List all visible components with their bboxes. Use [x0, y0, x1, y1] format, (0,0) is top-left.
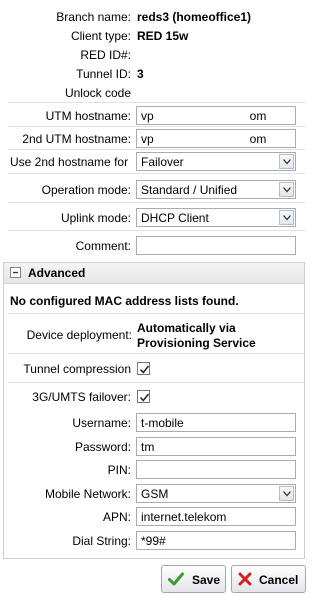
chevron-down-icon[interactable] [279, 210, 294, 225]
utm-hostname2-input[interactable]: vp om [136, 129, 296, 148]
tunnel-compression-label: Tunnel compression [23, 362, 131, 376]
client-type-value: RED 15w [137, 29, 189, 43]
divider [8, 382, 305, 383]
divider [8, 230, 305, 231]
divider [8, 202, 305, 203]
close-icon [238, 572, 252, 589]
divider [8, 126, 305, 127]
dial-string-label: Dial String: [72, 534, 131, 548]
save-button[interactable]: Save [161, 565, 226, 593]
mobile-network-label: Mobile Network: [44, 487, 131, 501]
advanced-header[interactable]: Advanced [4, 263, 304, 284]
cancel-button-label: Cancel [259, 573, 299, 587]
umts-failover-label: 3G/UMTS failover: [32, 390, 131, 404]
username-label: Username: [72, 416, 131, 430]
chevron-down-icon[interactable] [279, 154, 294, 169]
utm-hostname-input[interactable]: vp om [136, 106, 296, 125]
tunnel-compression-checkbox[interactable] [137, 362, 150, 375]
apn-label: APN: [102, 510, 131, 524]
collapse-icon[interactable] [10, 267, 21, 278]
pin-label: PIN: [107, 463, 131, 477]
use-2nd-hostname-select[interactable]: Failover [136, 152, 296, 171]
branch-name-value: reds3 (homeoffice1) [137, 10, 252, 24]
device-deployment-label: Device deployment: [26, 328, 132, 342]
comment-input[interactable] [136, 236, 296, 255]
uplink-mode-select[interactable]: DHCP Client [136, 208, 296, 227]
divider [8, 353, 305, 354]
apn-input[interactable]: internet.telekom [136, 507, 296, 526]
checkmark-icon [168, 572, 184, 589]
password-input[interactable]: tm [136, 437, 296, 456]
save-button-label: Save [192, 573, 221, 587]
device-deployment-value-line1: Automatically via [137, 321, 236, 335]
operation-mode-select[interactable]: Standard / Unified [136, 180, 296, 199]
cancel-button[interactable]: Cancel [231, 565, 306, 593]
uplink-mode-value: DHCP Client [141, 211, 209, 225]
umts-failover-checkbox[interactable] [137, 390, 150, 403]
unlock-code-label: Unlock code [64, 86, 131, 100]
chevron-down-icon[interactable] [279, 182, 294, 197]
divider [8, 149, 305, 150]
dial-string-input[interactable]: *99# [136, 531, 296, 550]
operation-mode-value: Standard / Unified [141, 183, 238, 197]
username-input[interactable]: t-mobile [136, 413, 296, 432]
password-label: Password: [74, 440, 131, 454]
utm-hostname-label: UTM hostname: [45, 109, 131, 123]
mac-note: No configured MAC address lists found. [10, 294, 239, 308]
client-type-label: Client type: [70, 29, 131, 43]
divider [8, 313, 305, 314]
mobile-network-select[interactable]: GSM [136, 484, 296, 503]
tunnel-id-value: 3 [137, 67, 144, 81]
use-2nd-hostname-label: Use 2nd hostname for [10, 155, 129, 169]
uplink-mode-label: Uplink mode: [60, 211, 131, 225]
divider [8, 173, 305, 174]
advanced-title: Advanced [28, 266, 86, 280]
utm-hostname2-label: 2nd UTM hostname: [22, 132, 131, 146]
red-id-label: RED ID#: [80, 48, 131, 62]
operation-mode-label: Operation mode: [41, 183, 131, 197]
branch-name-label: Branch name: [56, 10, 131, 24]
pin-input[interactable] [136, 460, 296, 479]
divider [8, 102, 305, 103]
comment-label: Comment: [75, 239, 131, 253]
device-deployment-value-line2: Provisioning Service [137, 336, 256, 350]
mobile-network-value: GSM [141, 487, 169, 501]
use-2nd-hostname-value: Failover [141, 155, 184, 169]
tunnel-id-label: Tunnel ID: [76, 67, 131, 81]
chevron-down-icon[interactable] [279, 486, 294, 501]
